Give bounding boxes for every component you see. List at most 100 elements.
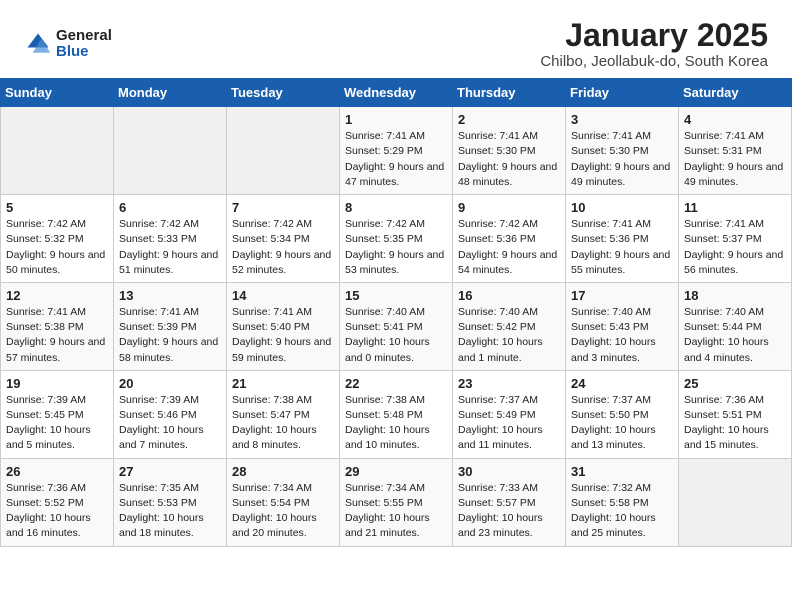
calendar-cell: 22 Sunrise: 7:38 AM Sunset: 5:48 PM Dayli… (340, 370, 453, 458)
day-number: 11 (684, 200, 786, 215)
day-number: 12 (6, 288, 108, 303)
logo-icon (24, 30, 52, 58)
day-info: Sunrise: 7:41 AM Sunset: 5:31 PM Dayligh… (684, 129, 786, 190)
calendar-cell: 4Sunrise: 7:41 AM Sunset: 5:31 PM Daylig… (679, 107, 792, 195)
location: Chilbo, Jeollabuk-do, South Korea (540, 53, 768, 70)
calendar-cell: 15 Sunrise: 7:40 AM Sunset: 5:41 PM Dayli… (340, 282, 453, 370)
calendar-cell: 20 Sunrise: 7:39 AM Sunset: 5:46 PM Dayli… (114, 370, 227, 458)
day-number: 6 (119, 200, 221, 215)
day-number: 2 (458, 112, 560, 127)
calendar-cell: 18 Sunrise: 7:40 AM Sunset: 5:44 PM Dayli… (679, 282, 792, 370)
calendar-cell: 6 Sunrise: 7:42 AM Sunset: 5:33 PM Daylig… (114, 195, 227, 283)
day-info: Sunrise: 7:42 AM Sunset: 5:36 PM Dayligh… (458, 217, 560, 278)
day-number: 1 (345, 112, 447, 127)
calendar-cell: 29 Sunrise: 7:34 AM Sunset: 5:55 PM Dayli… (340, 458, 453, 546)
day-number: 3 (571, 112, 673, 127)
day-number: 18 (684, 288, 786, 303)
day-info: Sunrise: 7:32 AM Sunset: 5:58 PM Dayligh… (571, 481, 673, 542)
calendar-cell: 10Sunrise: 7:41 AM Sunset: 5:36 PM Dayli… (566, 195, 679, 283)
day-info: Sunrise: 7:41 AM Sunset: 5:37 PM Dayligh… (684, 217, 786, 278)
logo-text: General Blue (56, 28, 112, 61)
day-number: 24 (571, 376, 673, 391)
calendar-cell: 3Sunrise: 7:41 AM Sunset: 5:30 PM Daylig… (566, 107, 679, 195)
calendar-cell: 8Sunrise: 7:42 AM Sunset: 5:35 PM Daylig… (340, 195, 453, 283)
calendar-cell: 12 Sunrise: 7:41 AM Sunset: 5:38 PM Dayli… (1, 282, 114, 370)
calendar-cell: 31Sunrise: 7:32 AM Sunset: 5:58 PM Dayli… (566, 458, 679, 546)
logo-general-text: General (56, 28, 112, 45)
day-info: Sunrise: 7:41 AM Sunset: 5:29 PM Dayligh… (345, 129, 447, 190)
calendar-cell (227, 107, 340, 195)
day-number: 19 (6, 376, 108, 391)
calendar-cell: 23 Sunrise: 7:37 AM Sunset: 5:49 PM Dayli… (453, 370, 566, 458)
title-area: January 2025 Chilbo, Jeollabuk-do, South… (540, 18, 768, 70)
day-info: Sunrise: 7:37 AM Sunset: 5:50 PM Dayligh… (571, 393, 673, 454)
day-number: 16 (458, 288, 560, 303)
day-number: 21 (232, 376, 334, 391)
day-info: Sunrise: 7:41 AM Sunset: 5:40 PM Dayligh… (232, 305, 334, 366)
day-info: Sunrise: 7:42 AM Sunset: 5:32 PM Dayligh… (6, 217, 108, 278)
week-row-3: 12 Sunrise: 7:41 AM Sunset: 5:38 PM Dayli… (1, 282, 792, 370)
day-info: Sunrise: 7:39 AM Sunset: 5:46 PM Dayligh… (119, 393, 221, 454)
calendar-cell (1, 107, 114, 195)
day-number: 30 (458, 464, 560, 479)
calendar-cell: 11 Sunrise: 7:41 AM Sunset: 5:37 PM Dayli… (679, 195, 792, 283)
day-number: 25 (684, 376, 786, 391)
day-info: Sunrise: 7:38 AM Sunset: 5:47 PM Dayligh… (232, 393, 334, 454)
calendar-cell: 7Sunrise: 7:42 AM Sunset: 5:34 PM Daylig… (227, 195, 340, 283)
month-title: January 2025 (540, 18, 768, 53)
day-number: 20 (119, 376, 221, 391)
calendar-cell (114, 107, 227, 195)
day-info: Sunrise: 7:37 AM Sunset: 5:49 PM Dayligh… (458, 393, 560, 454)
day-info: Sunrise: 7:40 AM Sunset: 5:44 PM Dayligh… (684, 305, 786, 366)
weekday-header-tuesday: Tuesday (227, 79, 340, 107)
weekday-header-friday: Friday (566, 79, 679, 107)
day-number: 15 (345, 288, 447, 303)
calendar-cell: 26Sunrise: 7:36 AM Sunset: 5:52 PM Dayli… (1, 458, 114, 546)
calendar-cell: 19 Sunrise: 7:39 AM Sunset: 5:45 PM Dayli… (1, 370, 114, 458)
day-number: 29 (345, 464, 447, 479)
calendar-cell: 24 Sunrise: 7:37 AM Sunset: 5:50 PM Dayli… (566, 370, 679, 458)
calendar-cell: 28Sunrise: 7:34 AM Sunset: 5:54 PM Dayli… (227, 458, 340, 546)
day-number: 22 (345, 376, 447, 391)
day-number: 5 (6, 200, 108, 215)
calendar-cell (679, 458, 792, 546)
calendar-cell: 1 Sunrise: 7:41 AM Sunset: 5:29 PM Daylig… (340, 107, 453, 195)
day-info: Sunrise: 7:40 AM Sunset: 5:41 PM Dayligh… (345, 305, 447, 366)
calendar-cell: 9 Sunrise: 7:42 AM Sunset: 5:36 PM Daylig… (453, 195, 566, 283)
logo-blue-text: Blue (56, 44, 112, 61)
day-info: Sunrise: 7:33 AM Sunset: 5:57 PM Dayligh… (458, 481, 560, 542)
day-info: Sunrise: 7:34 AM Sunset: 5:55 PM Dayligh… (345, 481, 447, 542)
calendar-cell: 25Sunrise: 7:36 AM Sunset: 5:51 PM Dayli… (679, 370, 792, 458)
day-info: Sunrise: 7:42 AM Sunset: 5:35 PM Dayligh… (345, 217, 447, 278)
day-number: 14 (232, 288, 334, 303)
week-row-5: 26Sunrise: 7:36 AM Sunset: 5:52 PM Dayli… (1, 458, 792, 546)
header: General Blue January 2025 Chilbo, Jeolla… (0, 0, 792, 78)
day-info: Sunrise: 7:38 AM Sunset: 5:48 PM Dayligh… (345, 393, 447, 454)
week-row-4: 19 Sunrise: 7:39 AM Sunset: 5:45 PM Dayli… (1, 370, 792, 458)
logo: General Blue (24, 28, 112, 61)
calendar-cell: 27Sunrise: 7:35 AM Sunset: 5:53 PM Dayli… (114, 458, 227, 546)
calendar-cell: 21 Sunrise: 7:38 AM Sunset: 5:47 PM Dayli… (227, 370, 340, 458)
calendar-cell: 5 Sunrise: 7:42 AM Sunset: 5:32 PM Daylig… (1, 195, 114, 283)
calendar-cell: 30 Sunrise: 7:33 AM Sunset: 5:57 PM Dayli… (453, 458, 566, 546)
day-info: Sunrise: 7:34 AM Sunset: 5:54 PM Dayligh… (232, 481, 334, 542)
day-info: Sunrise: 7:39 AM Sunset: 5:45 PM Dayligh… (6, 393, 108, 454)
weekday-header-thursday: Thursday (453, 79, 566, 107)
weekday-header-wednesday: Wednesday (340, 79, 453, 107)
day-number: 26 (6, 464, 108, 479)
calendar-table: SundayMondayTuesdayWednesdayThursdayFrid… (0, 78, 792, 546)
weekday-header-saturday: Saturday (679, 79, 792, 107)
day-number: 9 (458, 200, 560, 215)
day-info: Sunrise: 7:40 AM Sunset: 5:42 PM Dayligh… (458, 305, 560, 366)
day-info: Sunrise: 7:41 AM Sunset: 5:38 PM Dayligh… (6, 305, 108, 366)
calendar-cell: 17Sunrise: 7:40 AM Sunset: 5:43 PM Dayli… (566, 282, 679, 370)
week-row-2: 5 Sunrise: 7:42 AM Sunset: 5:32 PM Daylig… (1, 195, 792, 283)
day-number: 23 (458, 376, 560, 391)
day-info: Sunrise: 7:42 AM Sunset: 5:33 PM Dayligh… (119, 217, 221, 278)
week-row-1: 1 Sunrise: 7:41 AM Sunset: 5:29 PM Daylig… (1, 107, 792, 195)
calendar-cell: 13Sunrise: 7:41 AM Sunset: 5:39 PM Dayli… (114, 282, 227, 370)
calendar-cell: 14 Sunrise: 7:41 AM Sunset: 5:40 PM Dayli… (227, 282, 340, 370)
day-info: Sunrise: 7:41 AM Sunset: 5:39 PM Dayligh… (119, 305, 221, 366)
day-info: Sunrise: 7:42 AM Sunset: 5:34 PM Dayligh… (232, 217, 334, 278)
weekday-header-sunday: Sunday (1, 79, 114, 107)
